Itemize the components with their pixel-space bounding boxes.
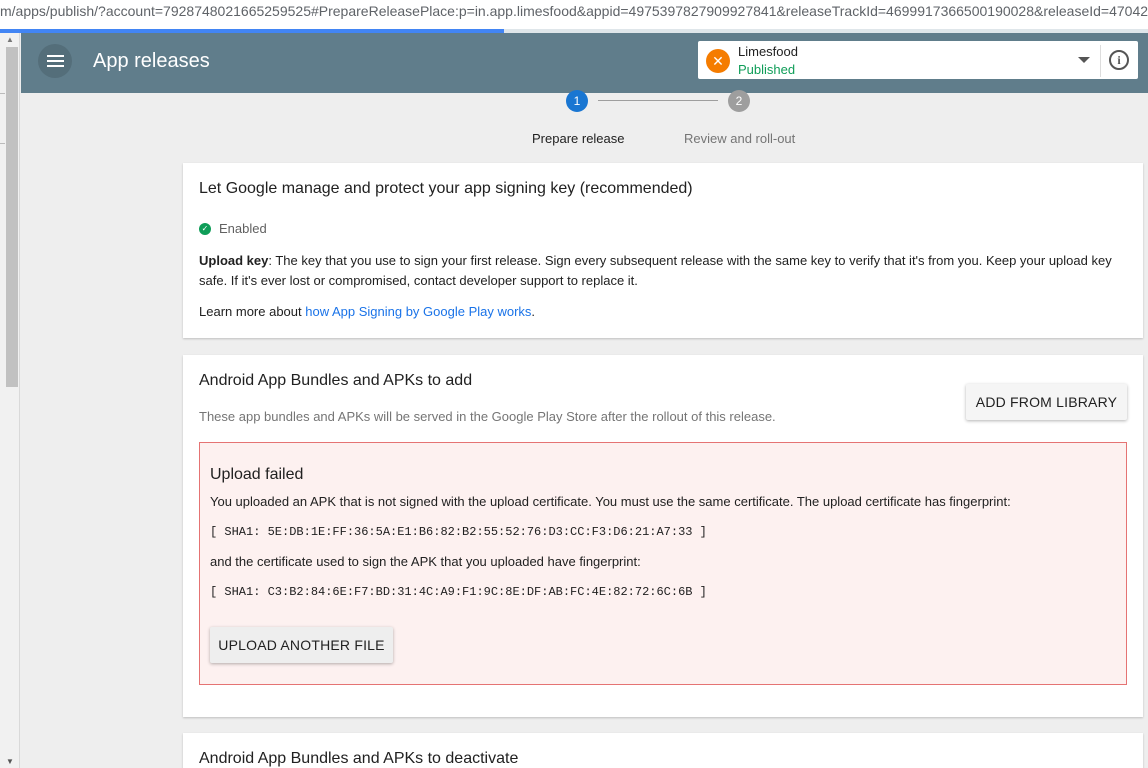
stepper-connector: [598, 100, 718, 101]
check-circle-icon: ✓: [199, 222, 211, 235]
step-2-indicator: 2: [728, 90, 750, 112]
upload-key-label: Upload key: [199, 253, 269, 268]
bundles-to-deactivate-title: Android App Bundles and APKs to deactiva…: [199, 750, 519, 767]
app-selector[interactable]: ✕ Limesfood Published i: [698, 41, 1138, 79]
actual-fingerprint: [ SHA1: C3:B2:84:6E:F7:BD:31:4C:A9:F1:9C…: [210, 585, 707, 599]
bundles-to-deactivate-card: Android App Bundles and APKs to deactiva…: [183, 733, 1143, 768]
scroll-down-arrow-icon[interactable]: ▼: [6, 757, 14, 766]
app-bar: App releases ✕ Limesfood Published i: [21, 33, 1148, 93]
signing-status: ✓ Enabled: [199, 221, 267, 236]
scroll-tick: [0, 93, 5, 94]
app-signing-card: Let Google manage and protect your app s…: [183, 163, 1143, 338]
bundles-to-add-card: Android App Bundles and APKs to add Thes…: [183, 355, 1143, 717]
app-logo-icon: ✕: [706, 49, 730, 73]
scroll-up-arrow-icon[interactable]: ▲: [6, 35, 14, 44]
upload-another-file-button[interactable]: UPLOAD ANOTHER FILE: [210, 627, 393, 663]
add-from-library-button[interactable]: ADD FROM LIBRARY: [966, 384, 1127, 420]
info-icon[interactable]: i: [1109, 50, 1129, 70]
step-1-label[interactable]: Prepare release: [532, 131, 625, 146]
upload-error-panel: Upload failed You uploaded an APK that i…: [199, 442, 1127, 685]
learn-more-prefix: Learn more about: [199, 304, 306, 319]
scrollbar[interactable]: ▲ ▼: [0, 33, 20, 768]
url-text: m/apps/publish/?account=7928748021665259…: [0, 3, 1148, 19]
dropdown-arrow-icon[interactable]: [1078, 57, 1090, 63]
upload-key-description: Upload key: The key that you use to sign…: [199, 251, 1119, 291]
app-name: Limesfood: [738, 44, 798, 59]
error-title: Upload failed: [210, 466, 304, 483]
error-message-2: and the certificate used to sign the APK…: [210, 554, 641, 569]
app-signing-help-link[interactable]: how App Signing by Google Play works: [305, 304, 531, 319]
page-title: App releases: [93, 50, 210, 72]
app-status: Published: [738, 62, 796, 77]
signing-status-text: Enabled: [219, 221, 267, 236]
scroll-tick: [0, 143, 5, 144]
scrollbar-thumb[interactable]: [6, 47, 18, 387]
expected-fingerprint: [ SHA1: 5E:DB:1E:FF:36:5A:E1:B6:82:B2:55…: [210, 525, 707, 539]
bundles-to-add-title: Android App Bundles and APKs to add: [199, 372, 473, 389]
error-message: You uploaded an APK that is not signed w…: [210, 494, 1011, 509]
divider: [1100, 45, 1101, 77]
upload-key-text: : The key that you use to sign your firs…: [199, 253, 1112, 288]
app-signing-title: Let Google manage and protect your app s…: [199, 180, 693, 197]
hamburger-menu-icon[interactable]: [38, 44, 72, 78]
step-1-indicator: 1: [566, 90, 588, 112]
learn-more: Learn more about how App Signing by Goog…: [199, 304, 535, 319]
bundles-to-add-subtitle: These app bundles and APKs will be serve…: [199, 409, 776, 424]
learn-more-suffix: .: [531, 304, 536, 319]
step-2-label[interactable]: Review and roll-out: [684, 131, 795, 146]
address-bar[interactable]: m/apps/publish/?account=7928748021665259…: [0, 0, 1148, 30]
